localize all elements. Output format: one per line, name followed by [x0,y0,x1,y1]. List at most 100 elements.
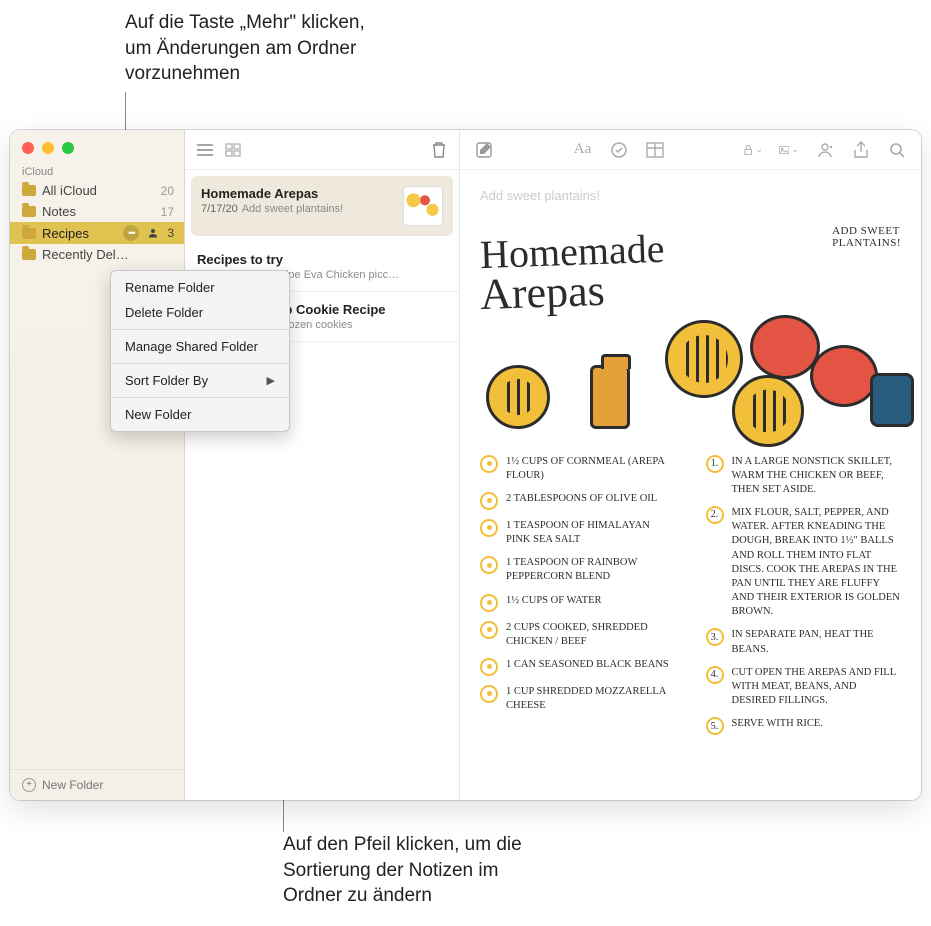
share-button[interactable] [851,140,871,160]
menu-new-folder[interactable]: New Folder [111,402,289,427]
menu-separator [111,363,289,364]
trash-button[interactable] [429,140,449,160]
menu-rename-folder[interactable]: Rename Folder [111,275,289,300]
folder-name: Recipes [42,226,117,241]
plus-icon: + [22,778,36,792]
steps-col: 1. In a large nonstick skillet, warm the … [706,455,902,745]
ingredient-item: 1½ cups of water [480,594,676,612]
compose-button[interactable] [474,140,494,160]
step-text: Serve with rice. [732,717,902,735]
folder-name: Recently Del… [42,247,174,262]
sidebar-item-all-icloud[interactable]: All iCloud 20 [10,180,184,201]
step-item: 4. Cut open the arepas and fill with meat… [706,666,902,709]
bullet-icon [480,621,498,639]
new-folder-button[interactable]: + New Folder [10,769,184,800]
sidebar-item-recently-deleted[interactable]: Recently Del… [10,244,184,265]
step-item: 5. Serve with rice. [706,717,902,735]
zoom-window-button[interactable] [62,142,74,154]
doodle-lemon [486,365,550,429]
ingredient-text: 2 cups cooked, shredded chicken / beef [506,621,676,649]
menu-delete-folder[interactable]: Delete Folder [111,300,289,325]
ingredient-text: 1½ cups of water [506,594,676,612]
sidebar-item-notes[interactable]: Notes 17 [10,201,184,222]
step-number-icon: 3. [706,628,724,646]
folder-count: 3 [167,226,174,240]
step-text: Cut open the arepas and fill with meat, … [732,666,902,709]
folder-count: 17 [161,205,174,219]
ingredient-item: 1 can seasoned black beans [480,658,676,676]
menu-sort-folder-by[interactable]: Sort Folder By ▶ [111,368,289,393]
lock-button[interactable]: ⌄ [743,140,763,160]
sidebar-item-recipes[interactable]: Recipes ••• 3 [10,222,184,244]
note-title: Recipes to try [197,252,447,267]
minimize-window-button[interactable] [42,142,54,154]
new-folder-label: New Folder [42,778,103,792]
doodle-lemon [665,320,743,398]
ingredient-text: 1 teaspoon of Himalayan pink sea salt [506,519,676,547]
folder-icon [22,185,36,196]
step-number-icon: 4. [706,666,724,684]
folder-icon [22,228,36,239]
menu-separator [111,329,289,330]
shared-icon [145,225,161,241]
step-text: In separate pan, heat the beans. [732,628,902,656]
ingredient-item: 1 cup shredded mozzarella cheese [480,685,676,713]
step-number-icon: 5. [706,717,724,735]
bullet-icon [480,594,498,612]
media-button[interactable]: ⌄ [779,140,799,160]
ingredient-text: 1½ cups of cornmeal (arepa flour) [506,455,676,483]
ingredient-item: 2 cups cooked, shredded chicken / beef [480,621,676,649]
menu-separator [111,397,289,398]
step-number-icon: 2. [706,506,724,524]
submenu-arrow-icon: ▶ [267,374,275,387]
editor-toolbar: Aa ⌄ ⌄ [460,130,921,170]
step-item: 1. In a large nonstick skillet, warm the … [706,455,902,498]
step-item: 3. In separate pan, heat the beans. [706,628,902,656]
ingredient-item: 1 teaspoon of Himalayan pink sea salt [480,519,676,547]
bullet-icon [480,519,498,537]
checklist-button[interactable] [609,140,629,160]
note-item-homemade-arepas[interactable]: Homemade Arepas 7/17/20Add sweet plantai… [191,176,453,236]
list-toolbar [185,130,459,170]
bullet-icon [480,658,498,676]
gallery-view-button[interactable] [223,140,243,160]
ingredient-item: 1½ cups of cornmeal (arepa flour) [480,455,676,483]
format-button[interactable]: Aa [573,140,593,160]
ingredient-text: 1 teaspoon of rainbow peppercorn blend [506,556,676,584]
notes-window: iCloud All iCloud 20 Notes 17 Recipes ••… [10,130,921,800]
folder-icon [22,206,36,217]
step-text: In a large nonstick skillet, warm the ch… [732,455,902,498]
bullet-icon [480,685,498,703]
window-controls [10,130,184,162]
search-button[interactable] [887,140,907,160]
sidebar: iCloud All iCloud 20 Notes 17 Recipes ••… [10,130,185,800]
doodle-tomato [750,315,820,379]
collaborate-button[interactable] [815,140,835,160]
folder-context-menu: Rename Folder Delete Folder Manage Share… [110,270,290,432]
doodle-tomato [810,345,878,407]
more-button[interactable]: ••• [123,225,139,241]
bullet-icon [480,455,498,473]
folder-count: 20 [161,184,174,198]
note-body[interactable]: Add sweet plantains! Homemade Arepas Add… [460,170,921,800]
close-window-button[interactable] [22,142,34,154]
ingredient-item: 2 tablespoons of olive oil [480,492,676,510]
ingredients-col: 1½ cups of cornmeal (arepa flour) 2 table… [480,455,676,745]
folder-name: Notes [42,204,155,219]
handwriting-title-2: Arepas [479,263,832,315]
ingredient-text: 1 can seasoned black beans [506,658,676,676]
step-text: Mix flour, salt, pepper, and water. Afte… [732,506,902,619]
doodle-row [480,315,901,445]
notes-list-pane: Homemade Arepas 7/17/20Add sweet plantai… [185,130,460,800]
callout-bottom: Auf den Pfeil klicken, um die Sortierung… [283,832,522,909]
list-view-button[interactable] [195,140,215,160]
ingredient-text: 2 tablespoons of olive oil [506,492,676,510]
folder-name: All iCloud [42,183,155,198]
doodle-lemon [732,375,804,447]
step-number-icon: 1. [706,455,724,473]
table-button[interactable] [645,140,665,160]
recipe-columns: 1½ cups of cornmeal (arepa flour) 2 table… [480,455,901,745]
step-item: 2. Mix flour, salt, pepper, and water. Af… [706,506,902,619]
ingredient-item: 1 teaspoon of rainbow peppercorn blend [480,556,676,584]
menu-manage-shared-folder[interactable]: Manage Shared Folder [111,334,289,359]
